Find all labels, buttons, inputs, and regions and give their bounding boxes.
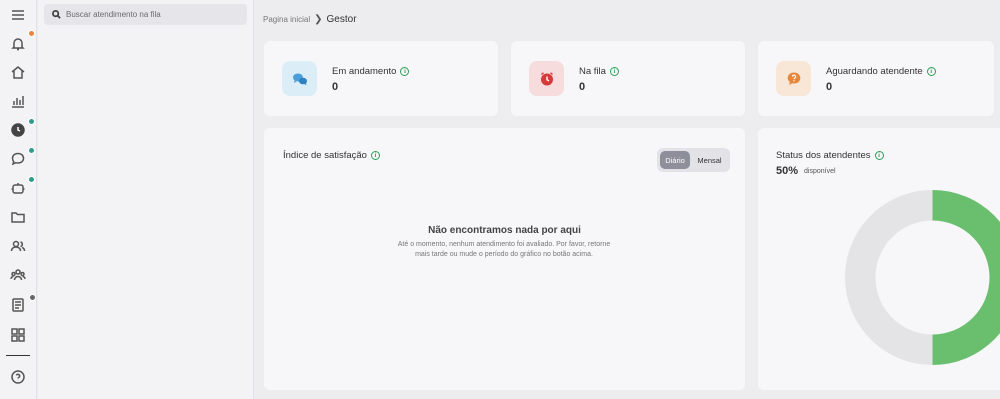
available-percent: 50% xyxy=(776,165,799,177)
stat-card-waiting-agent: Aguardando atendente i 0 xyxy=(758,41,994,116)
donut-segment-available xyxy=(932,190,1000,365)
chevron-right-icon: ❯ xyxy=(314,14,323,25)
agents-status-title: Status dos atendentes i xyxy=(776,150,884,161)
notification-badge xyxy=(28,30,35,37)
icon-rail xyxy=(0,0,37,399)
agents-status-donut xyxy=(845,190,1000,365)
question-chat-icon xyxy=(776,61,811,96)
status-badge xyxy=(29,294,36,301)
empty-state-text: Até o momento, nenhum atendimento foi av… xyxy=(397,241,611,258)
chat-bubbles-icon xyxy=(282,61,317,96)
status-badge xyxy=(28,118,35,125)
stat-value: 0 xyxy=(826,81,833,93)
status-badge xyxy=(28,176,35,183)
empty-state-title: Não encontramos nada por aqui xyxy=(428,225,581,236)
period-toggle: Diário Mensal xyxy=(657,148,730,172)
info-icon[interactable]: i xyxy=(400,67,410,76)
menu-icon[interactable] xyxy=(7,4,29,26)
stat-value: 0 xyxy=(579,81,586,93)
donut-segment-other xyxy=(845,190,933,365)
search-input[interactable] xyxy=(66,10,236,19)
info-icon[interactable]: i xyxy=(370,151,380,160)
folder-icon[interactable] xyxy=(7,206,29,228)
queue-search[interactable] xyxy=(44,4,247,25)
breadcrumb: Pagina inicial ❯ Gestor xyxy=(263,14,357,25)
team-icon[interactable] xyxy=(7,264,29,286)
queue-panel xyxy=(38,0,254,399)
robot-icon[interactable] xyxy=(7,177,29,199)
breadcrumb-current: Gestor xyxy=(326,14,357,25)
stat-card-in-queue: Na fila i 0 xyxy=(511,41,745,116)
search-icon xyxy=(52,10,61,19)
bar-chart-icon[interactable] xyxy=(7,90,29,112)
info-icon[interactable]: i xyxy=(874,151,884,160)
toggle-monthly[interactable]: Mensal xyxy=(691,151,728,169)
home-icon[interactable] xyxy=(7,61,29,83)
stat-label: Na fila i xyxy=(579,66,619,77)
agents-status-card: Status dos atendentes i 50% disponível xyxy=(758,128,1000,390)
available-label: disponível xyxy=(804,168,836,175)
toggle-daily[interactable]: Diário xyxy=(660,151,690,169)
clock-icon[interactable] xyxy=(7,119,29,141)
info-icon[interactable]: i xyxy=(609,67,619,76)
chat-icon[interactable] xyxy=(7,148,29,170)
satisfaction-title: Índice de satisfação i xyxy=(283,150,380,161)
help-icon[interactable] xyxy=(7,366,29,388)
rail-divider xyxy=(6,355,30,356)
stat-card-in-progress: Em andamento i 0 xyxy=(264,41,498,116)
status-badge xyxy=(28,147,35,154)
grid-icon[interactable] xyxy=(7,324,29,346)
bell-icon[interactable] xyxy=(7,33,29,55)
satisfaction-card: Índice de satisfação i Diário Mensal Não … xyxy=(264,128,745,390)
stat-value: 0 xyxy=(332,81,339,93)
alarm-clock-icon xyxy=(529,61,564,96)
stat-label: Em andamento i xyxy=(332,66,410,77)
stat-label: Aguardando atendente i xyxy=(826,66,936,77)
users-icon[interactable] xyxy=(7,235,29,257)
contacts-icon[interactable] xyxy=(7,294,29,316)
breadcrumb-home[interactable]: Pagina inicial xyxy=(263,15,310,24)
info-icon[interactable]: i xyxy=(926,67,936,76)
